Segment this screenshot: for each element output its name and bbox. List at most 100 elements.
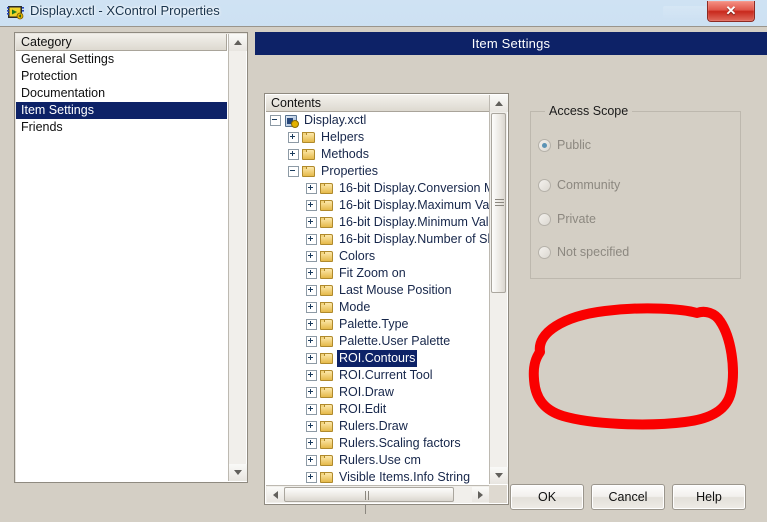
close-button[interactable]: ✕: [707, 1, 755, 22]
close-icon: ✕: [725, 3, 737, 18]
radio-unselected-icon[interactable]: [538, 245, 551, 259]
expand-icon[interactable]: [306, 455, 317, 466]
expand-icon[interactable]: [306, 353, 317, 364]
category-item-documentation[interactable]: Documentation: [16, 85, 227, 102]
tree-vertical-scroll-thumb[interactable]: [491, 113, 506, 293]
tree-row[interactable]: Helpers: [266, 129, 490, 146]
expand-icon[interactable]: [306, 370, 317, 381]
properties-dialog-window: Display.xctl - XControl Properties ✕ Cat…: [0, 0, 767, 522]
tree-row[interactable]: Display.xctl: [266, 112, 490, 129]
tree-row[interactable]: ROI.Edit: [266, 401, 490, 418]
tree-row[interactable]: Fit Zoom on: [266, 265, 490, 282]
expand-icon[interactable]: [306, 268, 317, 279]
chevron-up-icon: [495, 101, 503, 106]
collapse-icon[interactable]: [288, 166, 299, 177]
folder-icon: [320, 336, 333, 347]
category-scroll-down-button[interactable]: [229, 464, 247, 481]
expand-icon[interactable]: [288, 132, 299, 143]
folder-icon: [320, 438, 333, 449]
title-bar[interactable]: Display.xctl - XControl Properties ✕: [0, 0, 767, 26]
tree-row[interactable]: Rulers.Scaling factors: [266, 435, 490, 452]
tree-row[interactable]: Rulers.Draw: [266, 418, 490, 435]
tree-row[interactable]: ROI.Draw: [266, 384, 490, 401]
radio-private[interactable]: Private: [538, 211, 596, 227]
grip-icon: [365, 491, 373, 514]
tree-row-label: Display.xctl: [304, 113, 367, 127]
expand-icon[interactable]: [306, 302, 317, 313]
expand-icon[interactable]: [306, 387, 317, 398]
tree-row[interactable]: Palette.User Palette: [266, 333, 490, 350]
tree-row-label: Palette.User Palette: [339, 334, 451, 348]
folder-icon: [320, 285, 333, 296]
chevron-up-icon: [234, 40, 242, 45]
tree-row[interactable]: Rulers.Use cm: [266, 452, 490, 469]
category-item-item-settings[interactable]: Item Settings: [16, 102, 227, 119]
expand-icon[interactable]: [306, 472, 317, 483]
tree-row[interactable]: 16-bit Display.Maximum Valu: [266, 197, 490, 214]
category-item-label: General Settings: [21, 52, 115, 66]
tree-row-label: ROI.Current Tool: [339, 368, 433, 382]
expand-icon[interactable]: [306, 336, 317, 347]
folder-icon: [320, 455, 333, 466]
expand-icon[interactable]: [306, 319, 317, 330]
tree-horizontal-scrollbar[interactable]: [266, 485, 490, 514]
expand-icon[interactable]: [306, 438, 317, 449]
radio-selected-icon[interactable]: [538, 138, 551, 152]
expand-icon[interactable]: [306, 421, 317, 432]
tree-scroll-left-button[interactable]: [267, 487, 284, 502]
expand-icon[interactable]: [306, 200, 317, 211]
category-list[interactable]: General Settings Protection Documentation I…: [16, 51, 227, 480]
radio-label: Public: [557, 138, 592, 152]
folder-icon: [320, 370, 333, 381]
radio-public[interactable]: Public: [538, 137, 591, 153]
folder-icon: [320, 404, 333, 415]
category-item-protection[interactable]: Protection: [16, 68, 227, 85]
expand-icon[interactable]: [306, 404, 317, 415]
expand-icon[interactable]: [306, 234, 317, 245]
category-item-general-settings[interactable]: General Settings: [16, 51, 227, 68]
tree-row[interactable]: 16-bit Display.Conversion Me: [266, 180, 490, 197]
tree-row[interactable]: ROI.Current Tool: [266, 367, 490, 384]
tree-row[interactable]: Visible Items.Info String: [266, 469, 490, 484]
category-scrollbar[interactable]: [228, 34, 247, 481]
category-item-label: Friends: [21, 120, 63, 134]
tree-row[interactable]: ROI.Contours: [266, 350, 490, 367]
radio-label: Community: [557, 178, 621, 192]
category-scroll-up-button[interactable]: [229, 34, 247, 51]
ok-button[interactable]: OK: [510, 484, 584, 510]
tree-row[interactable]: Properties: [266, 163, 490, 180]
radio-label: Private: [557, 212, 596, 226]
tree-vertical-scrollbar[interactable]: [489, 95, 508, 484]
collapse-icon[interactable]: [270, 115, 281, 126]
category-item-friends[interactable]: Friends: [16, 119, 227, 136]
radio-community[interactable]: Community: [538, 177, 620, 193]
tree-row[interactable]: Methods: [266, 146, 490, 163]
folder-icon: [302, 132, 315, 143]
xcontrol-icon: [7, 4, 24, 20]
page-title: Item Settings: [255, 32, 767, 55]
help-button[interactable]: Help: [672, 484, 746, 510]
tree-row[interactable]: 16-bit Display.Minimum Valu: [266, 214, 490, 231]
expand-icon[interactable]: [306, 285, 317, 296]
folder-icon: [320, 353, 333, 364]
tree-row[interactable]: 16-bit Display.Number of Shi: [266, 231, 490, 248]
tree-scroll-right-button[interactable]: [472, 487, 489, 502]
tree-horizontal-scroll-thumb[interactable]: [284, 487, 454, 514]
tree-row[interactable]: Colors: [266, 248, 490, 265]
expand-icon[interactable]: [306, 251, 317, 262]
cancel-button[interactable]: Cancel: [591, 484, 665, 510]
expand-icon[interactable]: [306, 217, 317, 228]
contents-tree[interactable]: Display.xctl Helpers Methods Properties 16-b…: [266, 112, 490, 484]
tree-row[interactable]: Last Mouse Position: [266, 282, 490, 299]
expand-icon[interactable]: [306, 183, 317, 194]
radio-unselected-icon[interactable]: [538, 212, 551, 226]
radio-unselected-icon[interactable]: [538, 178, 551, 192]
radio-not-specified[interactable]: Not specified: [538, 244, 629, 260]
tree-scroll-up-button[interactable]: [490, 95, 508, 112]
tree-row[interactable]: Mode: [266, 299, 490, 316]
chevron-down-icon: [234, 470, 242, 475]
folder-icon: [320, 200, 333, 211]
tree-scroll-down-button[interactable]: [490, 467, 508, 484]
expand-icon[interactable]: [288, 149, 299, 160]
tree-row[interactable]: Palette.Type: [266, 316, 490, 333]
